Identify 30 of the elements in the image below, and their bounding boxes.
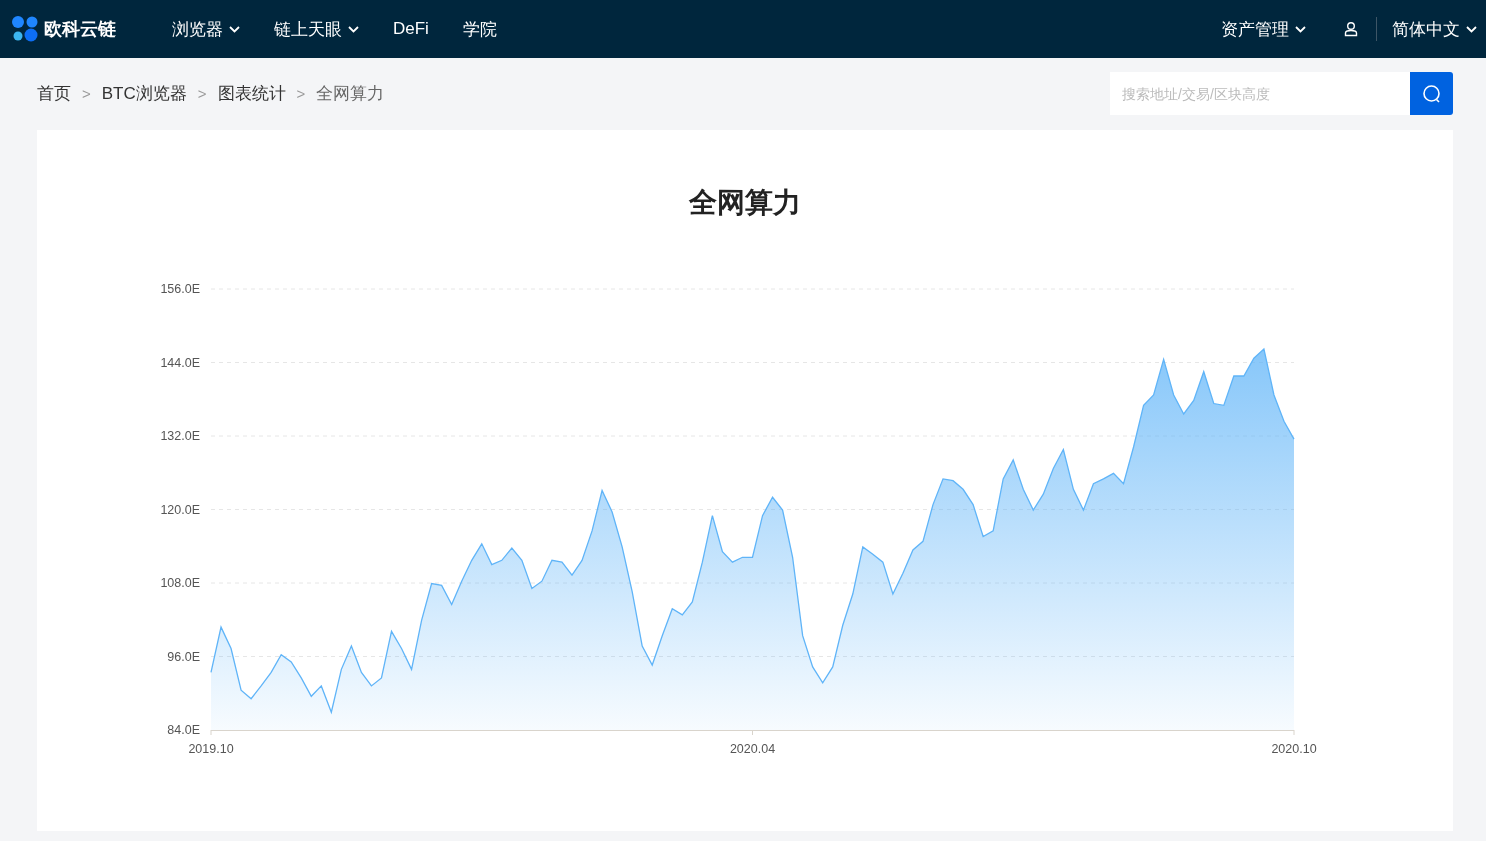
- breadcrumb-link[interactable]: BTC浏览器: [101, 82, 187, 105]
- breadcrumb-separator: >: [82, 85, 91, 102]
- search-icon: [1421, 83, 1442, 104]
- y-tick-label: 96.0E: [167, 649, 200, 664]
- logo-text: 欧科云链: [44, 18, 116, 41]
- nav-dropdown[interactable]: 浏览器: [172, 17, 240, 41]
- nav-link[interactable]: DeFi: [393, 19, 429, 39]
- menu-dropdown[interactable]: 简体中文: [1392, 17, 1477, 41]
- y-tick-label: 84.0E: [167, 723, 200, 737]
- breadcrumb-separator: >: [296, 85, 306, 102]
- search-field[interactable]: 搜索地址/交易/区块高度: [1110, 72, 1410, 115]
- x-tick-label: 2019.10: [188, 742, 234, 756]
- y-tick-label: 156.0E: [160, 282, 200, 296]
- chart-title: 全网算力: [689, 186, 801, 220]
- y-tick-label: 132.0E: [160, 429, 200, 443]
- x-tick-label: 2020.10: [1271, 742, 1317, 756]
- y-tick-label: 108.0E: [160, 576, 200, 590]
- breadcrumb-link[interactable]: 图表统计: [217, 82, 286, 105]
- nav-dropdown[interactable]: 链上天眼: [274, 17, 359, 41]
- logo-icon: [11, 15, 39, 43]
- breadcrumb-current: 全网算力: [316, 83, 385, 105]
- y-tick-label: 120.0E: [160, 502, 200, 517]
- menu-dropdown[interactable]: 资产管理: [1221, 17, 1306, 41]
- breadcrumb-link[interactable]: 首页: [37, 82, 71, 105]
- x-tick-label: 2020.04: [729, 742, 776, 756]
- breadcrumb-separator: >: [197, 85, 207, 102]
- nav-link[interactable]: 学院: [462, 17, 497, 41]
- y-tick-label: 144.0E: [160, 355, 200, 370]
- search-button[interactable]: [1410, 72, 1453, 115]
- user-icon[interactable]: [1344, 21, 1358, 37]
